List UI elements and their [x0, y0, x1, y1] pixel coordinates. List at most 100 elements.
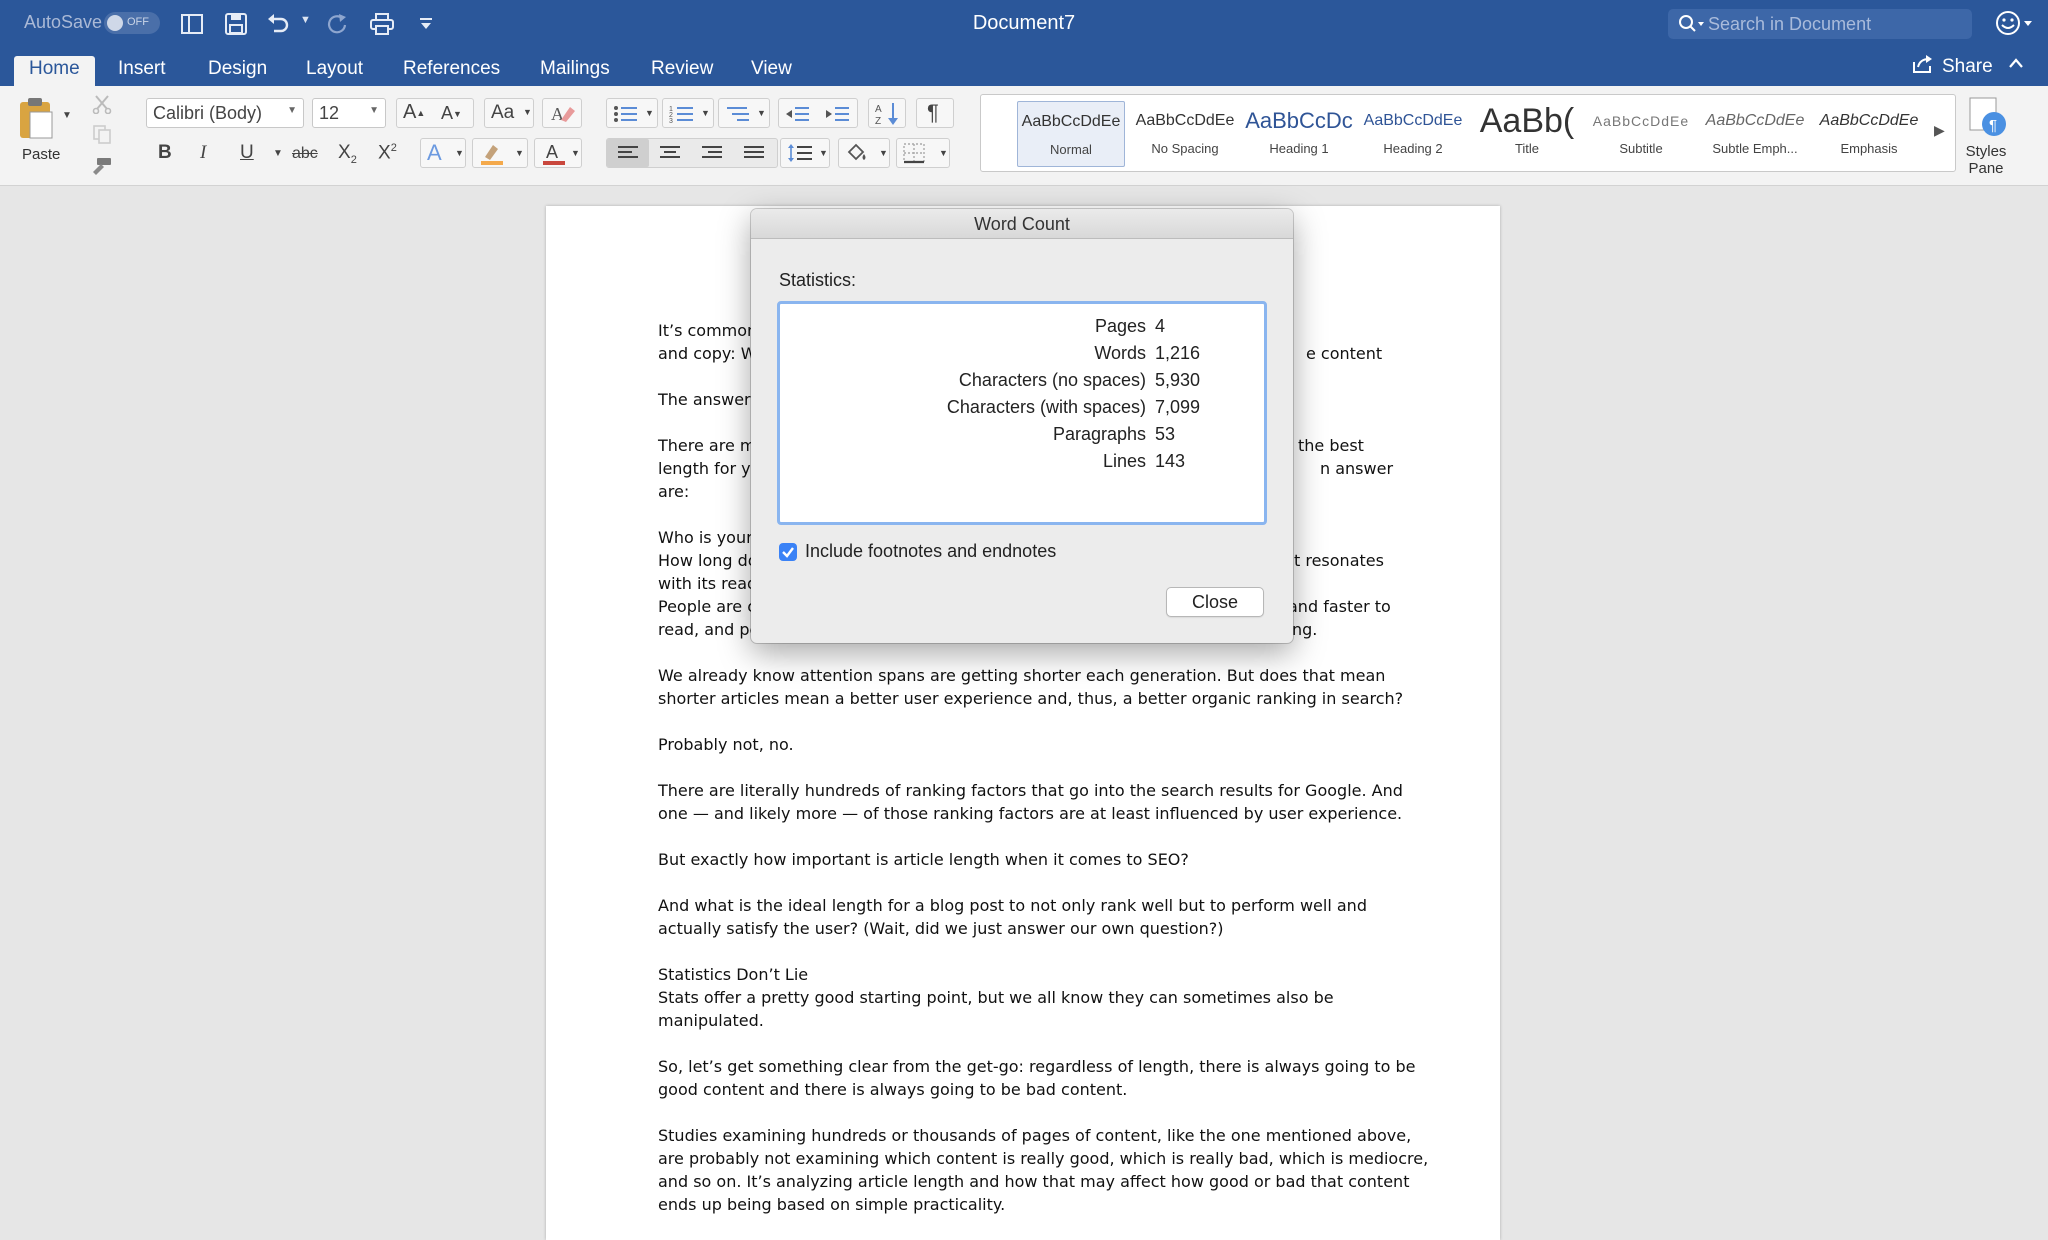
clear-formatting-button[interactable]: A	[542, 98, 582, 128]
include-footnotes-label[interactable]: Include footnotes and endnotes	[805, 541, 1056, 562]
styles-pane-button[interactable]: ¶ Styles Pane	[1960, 96, 2012, 177]
chevron-down-icon: ▼	[701, 108, 710, 118]
superscript-icon[interactable]: X2	[378, 142, 397, 164]
font-size-buttons: A ▲ A ▼	[396, 98, 474, 128]
search-input[interactable]: Search in Document	[1708, 14, 1871, 35]
style-emphasis[interactable]: AaBbCcDdEe Emphasis	[1815, 101, 1923, 167]
copy-icon[interactable]	[90, 122, 114, 146]
style-normal[interactable]: AaBbCcDdEe Normal	[1017, 101, 1125, 167]
gallery-next-arrow-icon[interactable]: ▶	[1934, 122, 1945, 139]
font-size-dropdown[interactable]: 12 ▼	[312, 98, 386, 128]
stat-value: 143	[1155, 451, 1186, 471]
sort-button[interactable]: AZ	[868, 98, 906, 128]
document-line-fragment: and faster to	[1288, 597, 1391, 616]
feedback-smiley-icon[interactable]	[1994, 9, 2034, 42]
tab-view[interactable]: View	[736, 56, 807, 86]
tab-layout[interactable]: Layout	[291, 56, 378, 86]
show-formatting-button[interactable]: ¶	[916, 98, 954, 128]
italic-icon[interactable]: I	[200, 142, 206, 164]
document-line: actually satisfy the user? (Wait, did we…	[658, 919, 1224, 938]
include-footnotes-checkbox[interactable]	[779, 543, 797, 561]
underline-dropdown-icon[interactable]: ▼	[273, 148, 283, 159]
collapse-ribbon-icon[interactable]	[2008, 56, 2024, 75]
grow-font-icon[interactable]: A ▲	[403, 101, 425, 124]
numbering-button[interactable]: 123 ▼	[662, 98, 714, 128]
cut-icon[interactable]	[90, 92, 114, 116]
stat-value: 5,930	[1155, 370, 1201, 390]
tab-home[interactable]: Home	[14, 56, 95, 86]
line-spacing-icon	[788, 144, 812, 162]
svg-text:A: A	[546, 142, 558, 162]
style-subtitle[interactable]: AaBbCcDdEe Subtitle	[1587, 101, 1695, 167]
styles-gallery: AaBbCcDdEe Normal AaBbCcDdEe No Spacing …	[980, 94, 1956, 172]
borders-button[interactable]: ▼	[896, 138, 950, 168]
stat-value: 7,099	[1155, 397, 1201, 417]
strikethrough-icon[interactable]: abc	[292, 145, 318, 163]
pilcrow-icon: ¶	[927, 100, 939, 125]
clear-formatting-icon: A	[551, 104, 575, 124]
document-line: with its read	[658, 574, 758, 593]
paste-icon[interactable]	[14, 96, 58, 140]
align-center-icon[interactable]	[659, 145, 681, 161]
style-subtle-emphasis[interactable]: AaBbCcDdEe Subtle Emph...	[1701, 101, 1809, 167]
bullets-button[interactable]: ▼	[606, 98, 658, 128]
shrink-font-icon[interactable]: A ▼	[441, 103, 462, 124]
style-sample: AaBbCcDdEe	[1819, 112, 1919, 129]
highlight-button[interactable]: ▼	[472, 138, 528, 168]
align-left-icon[interactable]	[617, 145, 639, 161]
document-line: are probably not examining which content…	[658, 1149, 1429, 1168]
share-icon	[1912, 54, 1934, 80]
tab-mailings[interactable]: Mailings	[525, 56, 625, 86]
style-name: No Spacing	[1151, 141, 1219, 156]
statistics-label: Statistics:	[779, 270, 857, 290]
tab-insert[interactable]: Insert	[103, 56, 181, 86]
document-line: shorter articles mean a better user expe…	[658, 689, 1404, 708]
statistics-list[interactable]: Pages 4 Words 1,216 Characters (no space…	[777, 301, 1267, 525]
justify-icon[interactable]	[743, 145, 765, 161]
underline-icon[interactable]: U	[240, 142, 254, 164]
document-line: Probably not, no.	[658, 735, 794, 754]
stat-value: 53	[1155, 424, 1176, 444]
stat-row-characters-with-spaces: Characters (with spaces) 7,099	[780, 397, 1264, 424]
style-sample: AaBbCcDdEe	[1363, 112, 1463, 129]
search-box[interactable]: Search in Document	[1668, 9, 1972, 39]
bullets-icon	[614, 106, 637, 122]
tab-references[interactable]: References	[388, 56, 515, 86]
document-line-fragment: ng.	[1292, 620, 1318, 639]
tab-design[interactable]: Design	[193, 56, 282, 86]
shading-icon	[847, 143, 866, 161]
style-heading-1[interactable]: AaBbCcDc Heading 1	[1245, 101, 1353, 167]
multilevel-list-button[interactable]: ▼	[718, 98, 770, 128]
font-color-button[interactable]: A ▼	[534, 138, 582, 168]
style-title[interactable]: AaBb( Title	[1473, 101, 1581, 167]
style-name: Heading 2	[1383, 141, 1443, 156]
dialog-title: Word Count	[751, 209, 1293, 239]
change-case-button[interactable]: Aa ▼	[484, 98, 534, 128]
document-line-fragment: e content	[1306, 344, 1383, 363]
text-effects-button[interactable]: A ▼	[420, 138, 466, 168]
paste-dropdown-icon[interactable]: ▼	[62, 110, 72, 121]
checkmark-icon	[782, 547, 794, 558]
borders-icon	[903, 143, 925, 164]
style-heading-2[interactable]: AaBbCcDdEe Heading 2	[1359, 101, 1467, 167]
align-right-icon[interactable]	[701, 145, 723, 161]
document-line: manipulated.	[658, 1011, 764, 1030]
svg-text:¶: ¶	[1989, 117, 1997, 134]
paste-label: Paste	[22, 146, 61, 163]
line-spacing-button[interactable]: ▼	[780, 138, 830, 168]
subscript-icon[interactable]: X2	[338, 142, 357, 166]
share-button[interactable]: Share	[1912, 54, 1993, 80]
bold-icon[interactable]: B	[158, 142, 172, 164]
font-name-dropdown[interactable]: Calibri (Body) ▼	[146, 98, 304, 128]
increase-indent-icon[interactable]	[825, 104, 851, 124]
decrease-indent-icon[interactable]	[785, 104, 811, 124]
format-painter-icon[interactable]	[90, 154, 114, 178]
style-name: Emphasis	[1840, 141, 1898, 156]
close-button[interactable]: Close	[1166, 587, 1264, 617]
document-line: There are literally hundreds of ranking …	[658, 781, 1403, 800]
shading-button[interactable]: ▼	[838, 138, 890, 168]
tab-review[interactable]: Review	[636, 56, 728, 86]
document-line-fragment: the best	[1298, 436, 1364, 455]
style-sample: AaBb(	[1479, 102, 1575, 140]
style-no-spacing[interactable]: AaBbCcDdEe No Spacing	[1131, 101, 1239, 167]
